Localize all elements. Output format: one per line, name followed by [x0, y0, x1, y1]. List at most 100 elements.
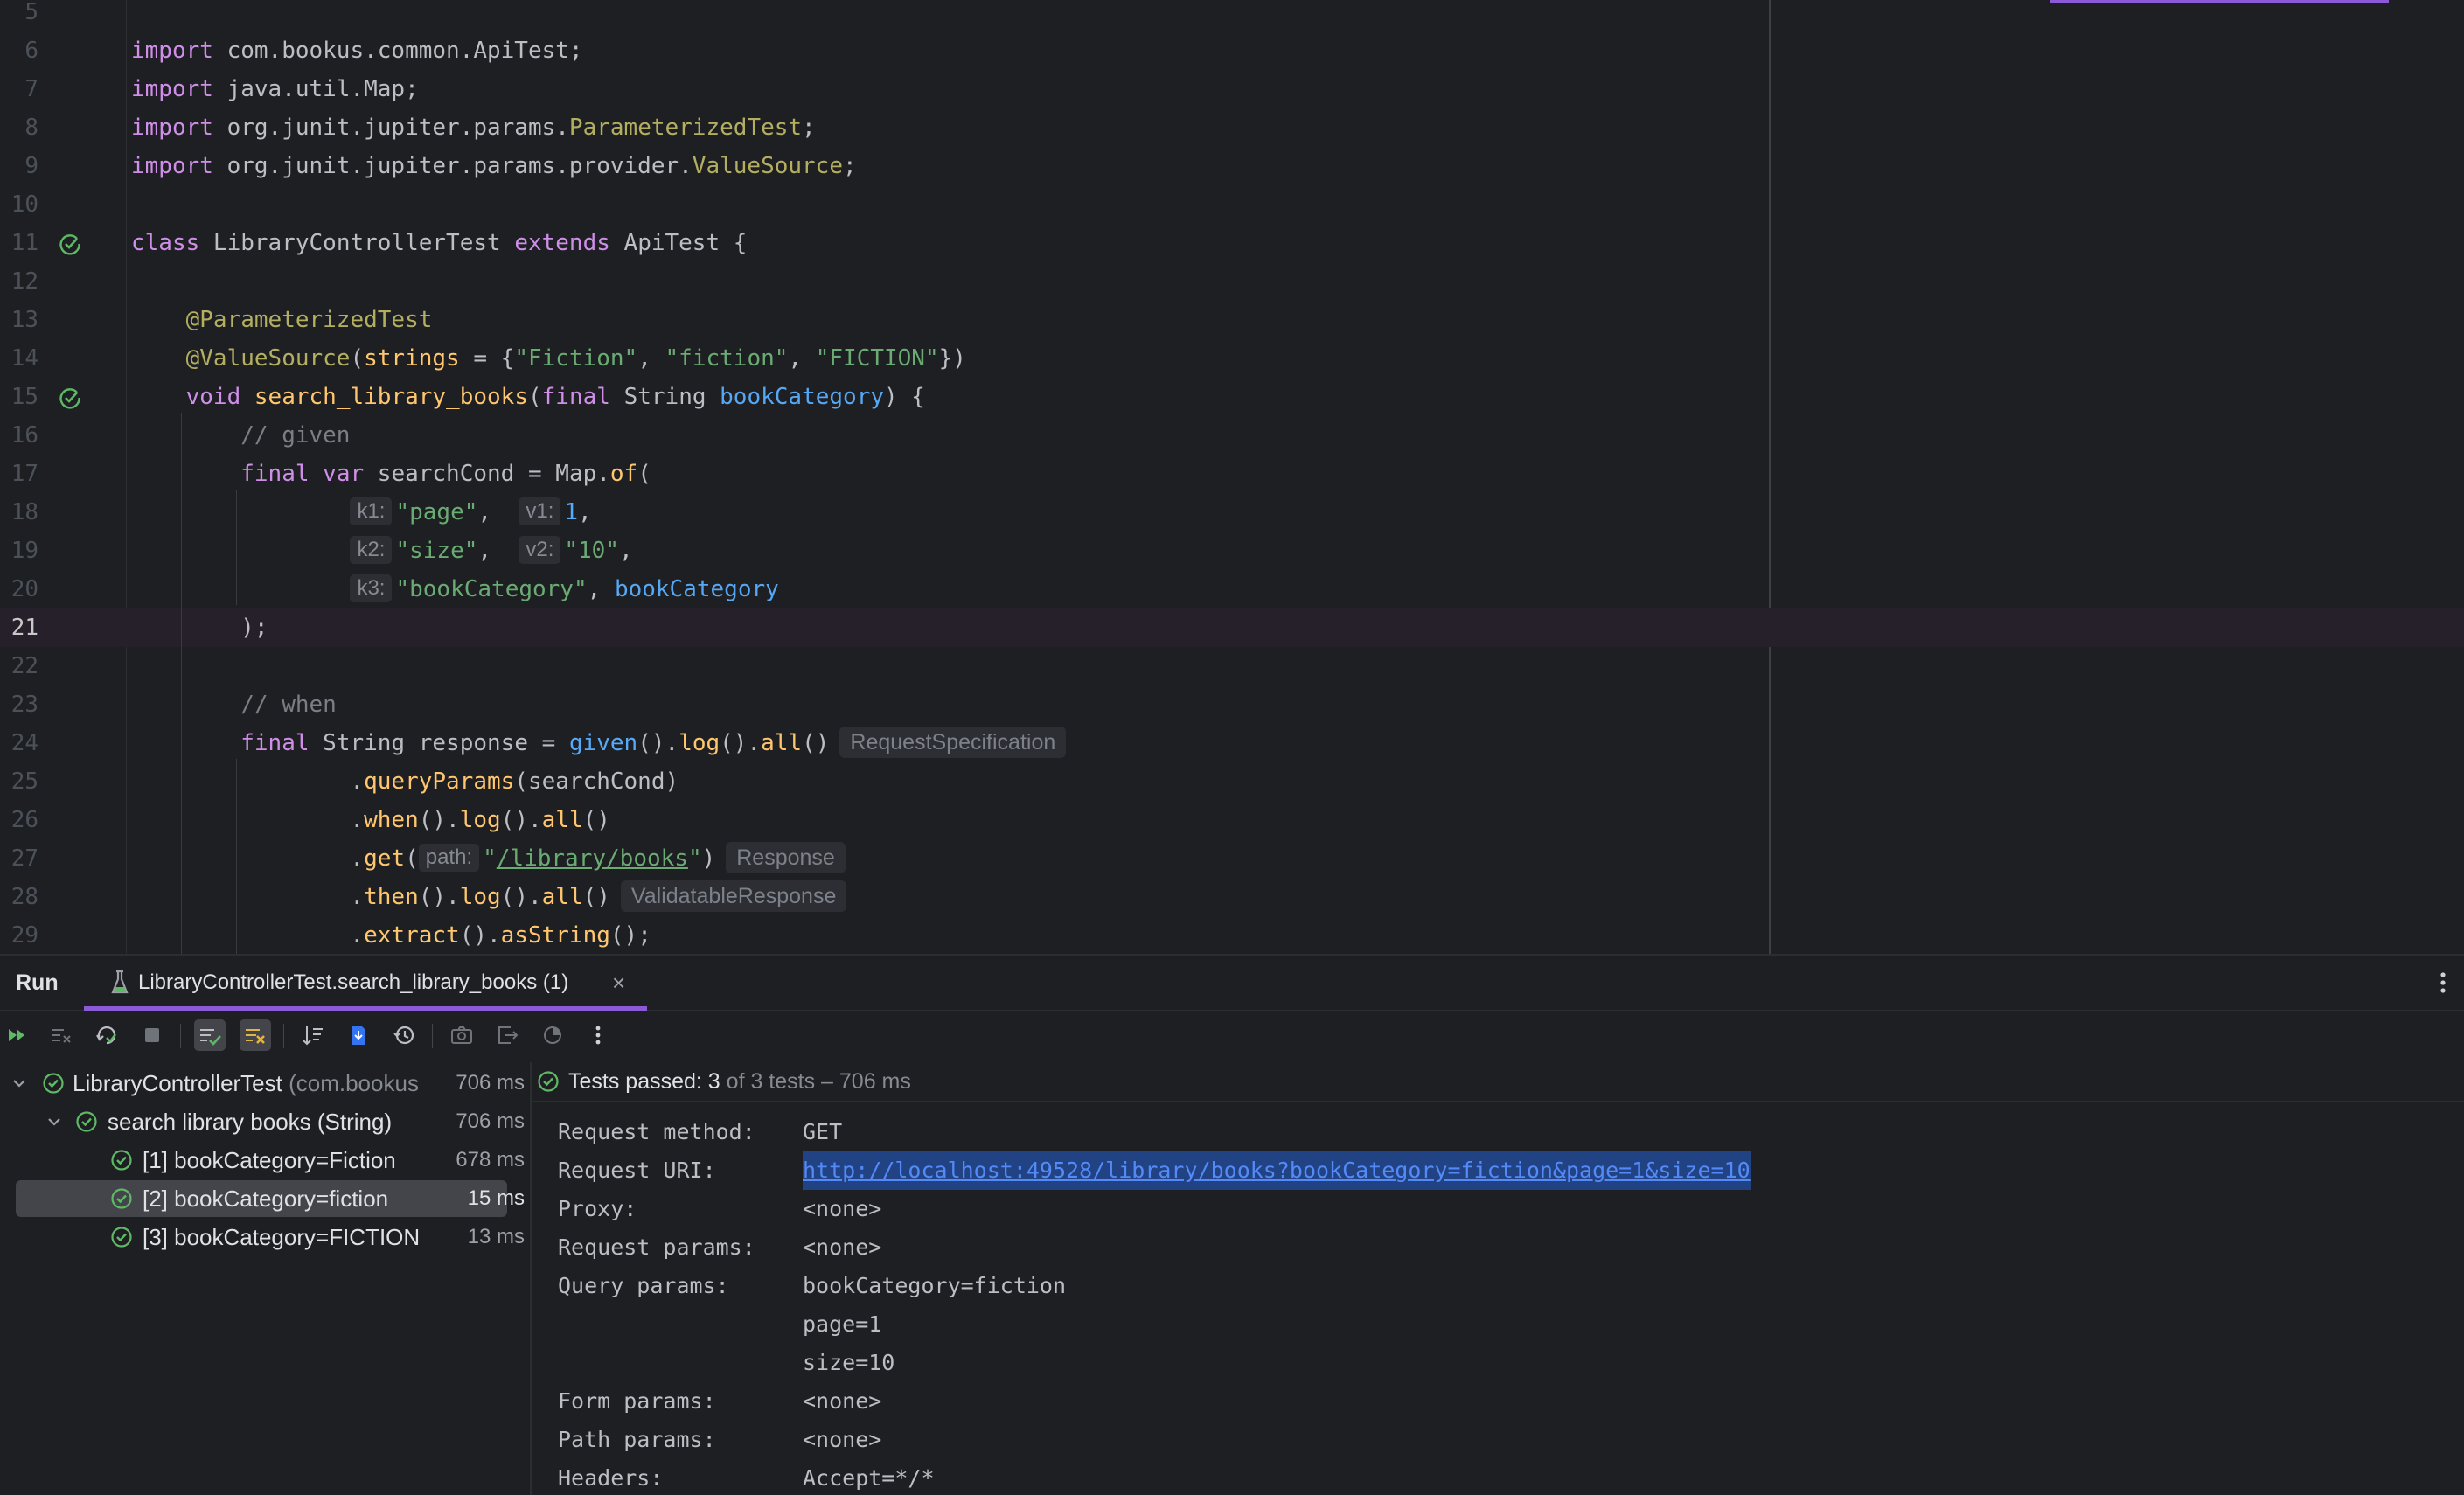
code-token: void — [185, 384, 241, 410]
console-output[interactable]: Tests passed: 3 of 3 tests – 706 ms Requ… — [532, 1062, 2464, 1495]
console-value: <none> — [803, 1427, 882, 1452]
type-inlay-hint: Response — [726, 842, 846, 873]
code-line[interactable]: 27 .get(path: "/library/books") Response — [0, 839, 2464, 878]
line-number: 29 — [10, 922, 38, 949]
code-token: , — [587, 576, 615, 602]
rerun-button[interactable] — [2, 1019, 33, 1051]
code-token: }) — [938, 345, 966, 372]
request-uri-link[interactable]: http://localhost:49528/library/books?boo… — [803, 1151, 1751, 1190]
test-history-button[interactable] — [388, 1019, 420, 1051]
code-token: import — [131, 38, 213, 64]
code-token: ApiTest { — [609, 230, 748, 256]
export-icon — [498, 1026, 519, 1044]
console-line: Path params: <none> — [558, 1421, 881, 1459]
code-token: log — [459, 807, 501, 833]
stop-button[interactable] — [136, 1019, 168, 1051]
code-line[interactable]: 12 — [0, 262, 2464, 301]
code-line[interactable]: 9 import org.junit.jupiter.params.provide… — [0, 147, 2464, 185]
code-line[interactable]: 13 @ParameterizedTest — [0, 301, 2464, 339]
tree-node-test-case[interactable]: [1] bookCategory=Fiction 678 ms — [0, 1141, 530, 1179]
coverage-button[interactable] — [537, 1019, 568, 1051]
code-line[interactable]: 24 final String response = given().log()… — [0, 724, 2464, 762]
chevron-down-icon[interactable] — [10, 1074, 28, 1092]
code-line[interactable]: 20 k3: "bookCategory", bookCategory — [0, 570, 2464, 608]
code-line[interactable]: 10 — [0, 185, 2464, 224]
toggle-auto-test-button[interactable] — [91, 1019, 122, 1051]
screenshot-button[interactable] — [446, 1019, 477, 1051]
test-passed-icon — [111, 1188, 132, 1209]
code-token: final — [541, 384, 610, 410]
parameter-name-hint: path: — [418, 844, 480, 872]
code-token: "Fiction" — [514, 345, 638, 372]
code-line[interactable]: 18 k1: "page", v1: 1, — [0, 493, 2464, 532]
tree-node-method[interactable]: search library books (String) 706 ms — [0, 1102, 530, 1141]
test-results-tree[interactable]: LibraryControllerTest (com.bookus 706 ms… — [0, 1062, 530, 1495]
code-token: "fiction" — [665, 345, 789, 372]
code-line[interactable]: 25 .queryParams(searchCond) — [0, 762, 2464, 801]
run-test-gutter-icon[interactable] — [58, 232, 82, 256]
more-toolbar-button[interactable] — [582, 1019, 614, 1051]
code-line[interactable]: 17 final var searchCond = Map.of( — [0, 455, 2464, 493]
run-test-gutter-icon[interactable] — [58, 386, 82, 410]
rerun-failed-button[interactable] — [45, 1019, 77, 1051]
code-line[interactable]: 28 .then().log().all() ValidatableRespons… — [0, 878, 2464, 916]
show-ignored-button[interactable] — [240, 1019, 271, 1051]
stop-icon — [145, 1028, 159, 1042]
code-token: = { — [459, 345, 515, 372]
show-passed-button[interactable] — [194, 1019, 226, 1051]
code-token: . — [131, 845, 365, 872]
more-options-icon[interactable] — [2431, 969, 2455, 997]
code-editor[interactable]: 5 6 import com.bookus.common.ApiTest; 7 impo… — [0, 0, 2464, 954]
code-token: ); — [131, 615, 268, 641]
code-token: // given — [240, 422, 351, 448]
test-passed-icon — [43, 1073, 64, 1094]
line-number: 22 — [10, 653, 38, 679]
console-line: Request URI: http://localhost:49528/libra… — [558, 1151, 1751, 1190]
code-line[interactable]: 14 @ValueSource(strings = {"Fiction", "f… — [0, 339, 2464, 378]
chevron-down-icon[interactable] — [45, 1113, 63, 1130]
code-line[interactable]: 22 — [0, 647, 2464, 685]
code-line[interactable]: 8 import org.junit.jupiter.params.Paramet… — [0, 108, 2464, 147]
code-line[interactable]: 26 .when().log().all() — [0, 801, 2464, 839]
code-line[interactable]: 7 import java.util.Map; — [0, 70, 2464, 108]
code-line[interactable]: 5 — [0, 0, 2464, 31]
code-line[interactable]: 11 class LibraryControllerTest extends Ap… — [0, 224, 2464, 262]
code-token: bookCategory — [614, 576, 779, 602]
code-token: given — [568, 730, 638, 756]
console-value: bookCategory=fiction — [803, 1273, 1067, 1298]
import-tests-button[interactable] — [343, 1019, 374, 1051]
line-number: 17 — [10, 461, 38, 487]
url-string: /library/books — [496, 845, 688, 872]
code-line[interactable]: 6 import com.bookus.common.ApiTest; — [0, 31, 2464, 70]
export-button[interactable] — [491, 1019, 523, 1051]
sort-button[interactable] — [297, 1019, 329, 1051]
code-token: bookCategory — [720, 384, 884, 410]
tree-node-class[interactable]: LibraryControllerTest (com.bookus 706 ms — [0, 1064, 530, 1102]
tests-passed-label: Tests passed: 3 — [568, 1069, 720, 1094]
tab-close-icon[interactable]: × — [612, 956, 625, 1010]
tree-node-label: search library books (String) — [108, 1109, 393, 1135]
test-passed-icon — [76, 1111, 97, 1132]
code-line[interactable]: 15 void search_library_books(final Strin… — [0, 378, 2464, 416]
code-line[interactable]: 16 // given — [0, 416, 2464, 455]
tree-node-label: [2] bookCategory=fiction — [143, 1186, 389, 1212]
code-line[interactable]: 19 k2: "size", v2: "10", — [0, 532, 2464, 570]
code-text: import com.bookus.common.ApiTest; — [131, 31, 583, 70]
code-line-current[interactable]: 21 ); — [0, 608, 2464, 647]
code-token: (). — [500, 884, 542, 910]
parameter-name-hint: k2: — [350, 536, 393, 564]
tree-node-test-case[interactable]: [3] bookCategory=FICTION 13 ms — [0, 1218, 530, 1256]
tree-node-time: 678 ms — [456, 1148, 525, 1172]
tree-node-test-case-selected[interactable]: [2] bookCategory=fiction 15 ms — [0, 1179, 530, 1218]
code-token: class — [131, 230, 200, 256]
code-line[interactable]: 23 // when — [0, 685, 2464, 724]
code-line[interactable]: 29 .extract().asString(); — [0, 916, 2464, 954]
code-token: "FICTION" — [815, 345, 939, 372]
run-configuration-tab[interactable]: LibraryControllerTest.search_library_boo… — [84, 956, 647, 1011]
code-token: strings — [364, 345, 460, 372]
code-token: extract — [364, 922, 460, 949]
